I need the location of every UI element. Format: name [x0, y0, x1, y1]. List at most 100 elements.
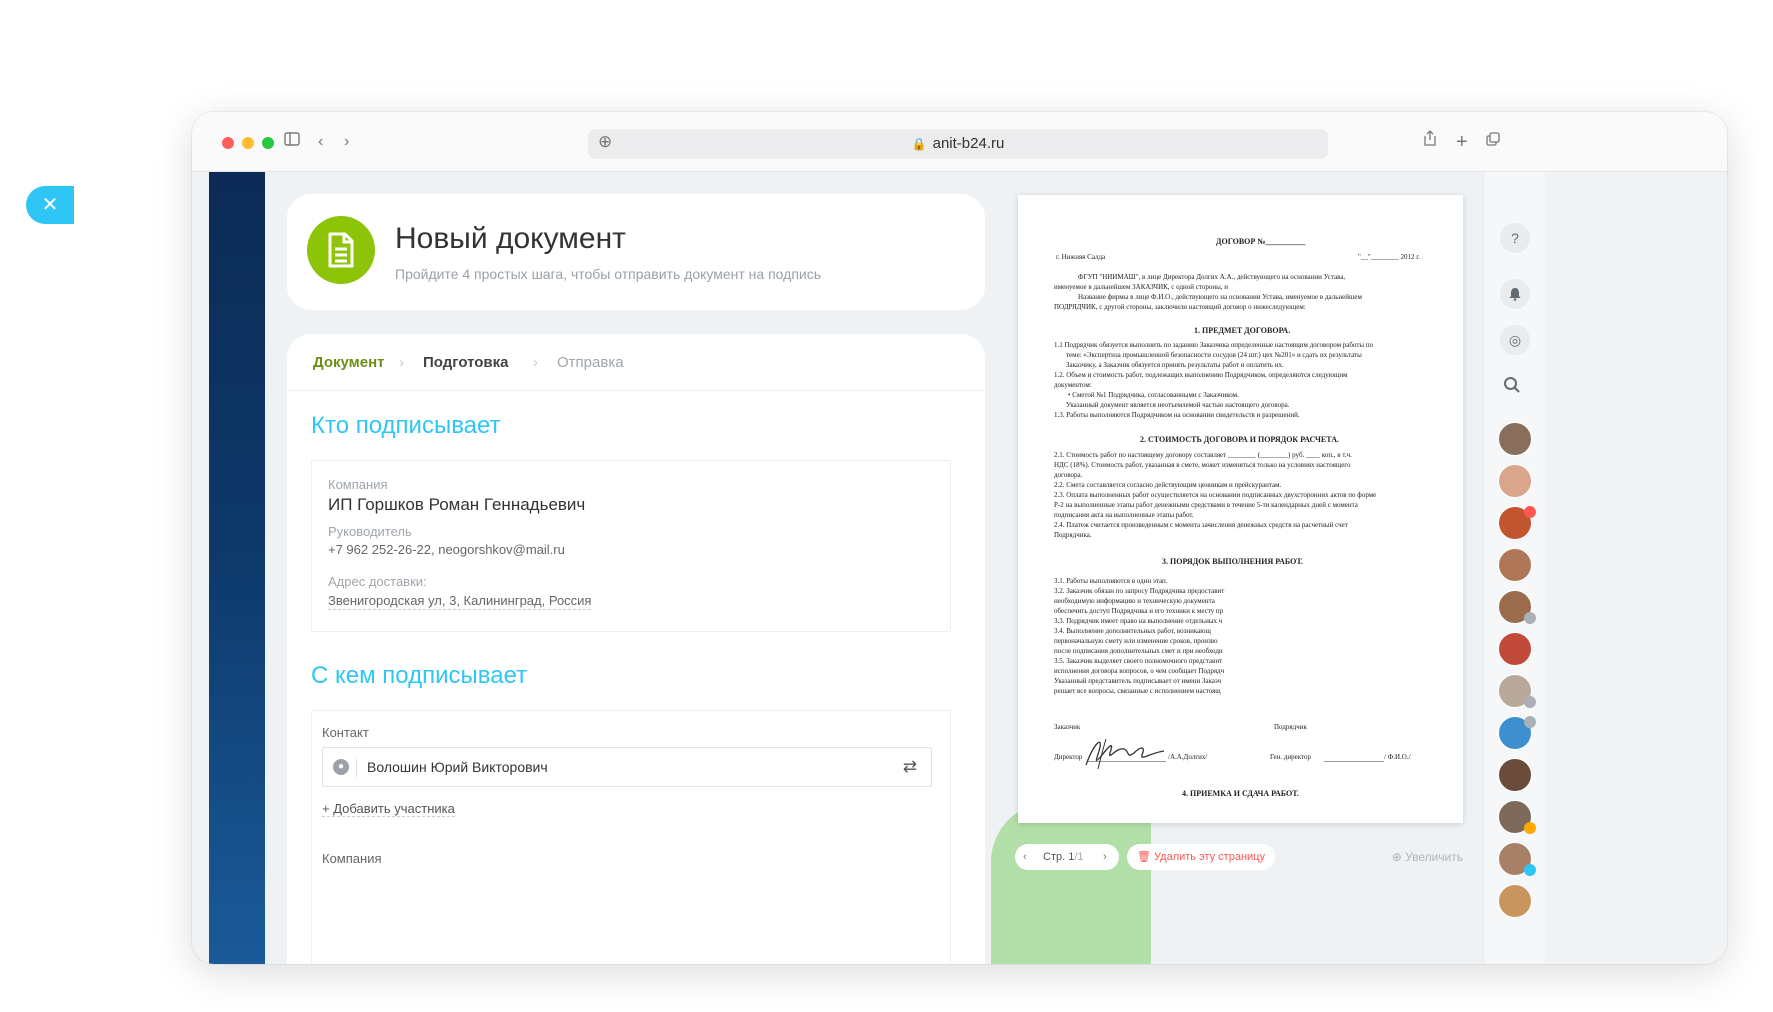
contract-text: 2.1. Стоимость работ по настоящему догов…: [1054, 451, 1352, 459]
document-page[interactable]: ДОГОВОР №__________ г. Нижняя Салда "__"…: [1018, 195, 1463, 823]
step-preparation[interactable]: Подготовка: [423, 354, 509, 371]
preview-controls: ‹ Стр. 1/1 › 🗑 Удалить эту страницу ⊕ Ув…: [1015, 844, 1475, 870]
contract-text: подписания акта на выполненные этапы раб…: [1054, 511, 1194, 519]
tabs-overview-icon[interactable]: [1486, 130, 1500, 154]
address-bar[interactable]: 🔒 anit-b24.ru: [588, 129, 1328, 159]
delivery-address[interactable]: Звенигородская ул, 3, Калининград, Росси…: [328, 593, 592, 610]
gen-director-label: Ген. директор: [1270, 753, 1312, 761]
new-tab-icon[interactable]: +: [1456, 130, 1468, 154]
zoom-button[interactable]: ⊕ Увеличить: [1392, 844, 1463, 870]
page-title: Новый документ: [395, 222, 626, 255]
contract-text: • Сметой №1 Подрядчика, согласованными с…: [1068, 391, 1239, 399]
chevron-left-icon[interactable]: ‹: [1023, 844, 1027, 870]
section-heading: 4. ПРИЕМКА И СДАЧА РАБОТ.: [1182, 789, 1299, 798]
contract-text: ФГУП "НИИМАШ", в лице Директора Долгих А…: [1078, 273, 1346, 281]
maximize-window-button[interactable]: [262, 137, 274, 149]
forward-icon[interactable]: ›: [344, 130, 349, 154]
customer-label: Заказчик: [1054, 723, 1081, 731]
contract-text: Название фирмы в лице Ф.И.О., действующе…: [1078, 293, 1362, 301]
share-icon[interactable]: [1424, 130, 1436, 154]
contact-label: Контакт: [322, 725, 369, 740]
section-heading: 3. ПОРЯДОК ВЫПОЛНЕНИЯ РАБОТ.: [1162, 557, 1303, 566]
contract-text: Р-2 на выполненные этапы работ денежными…: [1054, 501, 1358, 509]
contract-text: решает все вопросы, связанные с исполнен…: [1054, 687, 1221, 695]
page-indicator: Стр. 1/1: [1043, 851, 1084, 863]
sidebar-toggle-icon[interactable]: [284, 130, 300, 154]
contract-text: документом:: [1054, 381, 1092, 389]
header-card: Новый документ Пройдите 4 простых шага, …: [287, 194, 985, 310]
minimize-window-button[interactable]: [242, 137, 254, 149]
contact-value: Волошин Юрий Викторович: [367, 759, 548, 775]
status-badge: [1524, 864, 1536, 876]
document-icon: [307, 216, 375, 284]
avatar[interactable]: [1498, 884, 1532, 918]
section-heading: 2. СТОИМОСТЬ ДОГОВОРА И ПОРЯДОК РАСЧЕТА.: [1140, 435, 1339, 444]
chat-icon[interactable]: ◎: [1500, 325, 1530, 355]
right-sidebar: ? ◎: [1483, 172, 1545, 964]
contact-field[interactable]: ● Волошин Юрий Викторович ⇄: [322, 747, 932, 787]
contract-date: "__"________ 2012 г.: [1358, 253, 1421, 261]
contract-text: Указанный представитель подписывает от и…: [1054, 677, 1222, 685]
user-icon: ●: [333, 759, 349, 775]
avatar[interactable]: [1498, 632, 1532, 666]
contract-text: после подписания дополнительных смет и п…: [1054, 647, 1223, 655]
avatar[interactable]: [1498, 548, 1532, 582]
avatar[interactable]: [1498, 422, 1532, 456]
help-icon[interactable]: ?: [1500, 223, 1530, 253]
contract-text: именуемое в дальнейшем ЗАКАЗЧИК, с одной…: [1054, 283, 1229, 291]
contract-text: 3.3. Подрядчик имеет право на выполнение…: [1054, 617, 1223, 625]
step-document[interactable]: Документ: [313, 354, 385, 371]
add-member-link[interactable]: + Добавить участника: [322, 801, 455, 817]
director-label: Директор: [1054, 753, 1083, 761]
with-whom-title: С кем подписывает: [311, 662, 528, 689]
company-name: ИП Горшков Роман Геннадьевич: [328, 495, 586, 514]
contractor-label: Подрядчик: [1274, 723, 1307, 731]
section-heading: 1. ПРЕДМЕТ ДОГОВОРА.: [1194, 326, 1291, 335]
divider: [287, 390, 985, 391]
form-card: Документ › Подготовка › Отправка Кто под…: [287, 334, 985, 964]
main-area: Новый документ Пройдите 4 простых шага, …: [265, 172, 1483, 964]
step-sending[interactable]: Отправка: [557, 354, 624, 371]
signature-line: [1324, 761, 1384, 762]
contract-text: Подрядчика.: [1054, 531, 1092, 539]
handwritten-signature: [1085, 738, 1165, 770]
unread-badge: [1524, 506, 1536, 518]
page-subtitle: Пройдите 4 простых шага, чтобы отправить…: [395, 266, 822, 282]
document-preview-area: ДОГОВОР №__________ г. Нижняя Салда "__"…: [985, 172, 1483, 964]
left-slider-panel: [209, 172, 265, 964]
chevron-right-icon: ›: [533, 354, 538, 371]
search-icon[interactable]: [1503, 376, 1521, 399]
avatar[interactable]: [1498, 464, 1532, 498]
browser-toolbar: ‹ › 🔒 anit-b24.ru ⊕ +: [192, 112, 1727, 172]
contract-text: 1.2. Объем и стоимость работ, подлежащих…: [1054, 371, 1348, 379]
contract-text: необходимую информацию и техническую док…: [1054, 597, 1215, 605]
privacy-icon[interactable]: ⊕: [598, 132, 612, 152]
close-window-button[interactable]: [222, 137, 234, 149]
url-text: anit-b24.ru: [932, 135, 1005, 152]
contract-text: договора.: [1054, 471, 1083, 479]
contract-text: 1.1 Подрядчик обязуется выполнить по зад…: [1054, 341, 1374, 349]
avatar[interactable]: [1498, 758, 1532, 792]
contract-text: 3.2. Заказчик обязан по запросу Подрядчи…: [1054, 587, 1225, 595]
contract-text: 1.3. Работы выполняются Подрядчиком на о…: [1054, 411, 1300, 419]
chevron-right-icon[interactable]: ›: [1103, 844, 1107, 870]
contract-text: исполнения договора вопросов, о чем сооб…: [1054, 667, 1225, 675]
contract-text: теме: «Экспертиза промышленной безопасно…: [1066, 351, 1362, 359]
who-signs-title: Кто подписывает: [311, 412, 501, 439]
contract-text: ПОДРЯДЧИК, с другой стороны, заключили н…: [1054, 303, 1306, 311]
bell-icon[interactable]: [1500, 279, 1530, 309]
page-pager: ‹ Стр. 1/1 ›: [1015, 844, 1119, 870]
back-icon[interactable]: ‹: [318, 130, 323, 154]
close-slider-button[interactable]: ✕: [26, 186, 74, 224]
swap-icon[interactable]: ⇄: [903, 757, 917, 777]
contract-text: первоначальную смету или изменение сроко…: [1054, 637, 1218, 645]
status-badge: [1524, 696, 1536, 708]
delete-page-button[interactable]: 🗑 Удалить эту страницу: [1127, 844, 1275, 870]
contract-text: 2.3. Оплата выполненных работ осуществля…: [1054, 491, 1377, 499]
browser-window: ‹ › 🔒 anit-b24.ru ⊕ + Новый документ Про…: [192, 112, 1727, 964]
gen-director-signature: / Ф.И.О./: [1384, 753, 1411, 761]
head-contacts: +7 962 252-26-22, neogorshkov@mail.ru: [328, 542, 565, 557]
contract-city: г. Нижняя Салда: [1056, 253, 1106, 261]
contract-text: 3.1. Работы выполняются в один этап.: [1054, 577, 1168, 585]
contract-text: НДС (18%). Стоимость работ, указанная в …: [1054, 461, 1351, 469]
